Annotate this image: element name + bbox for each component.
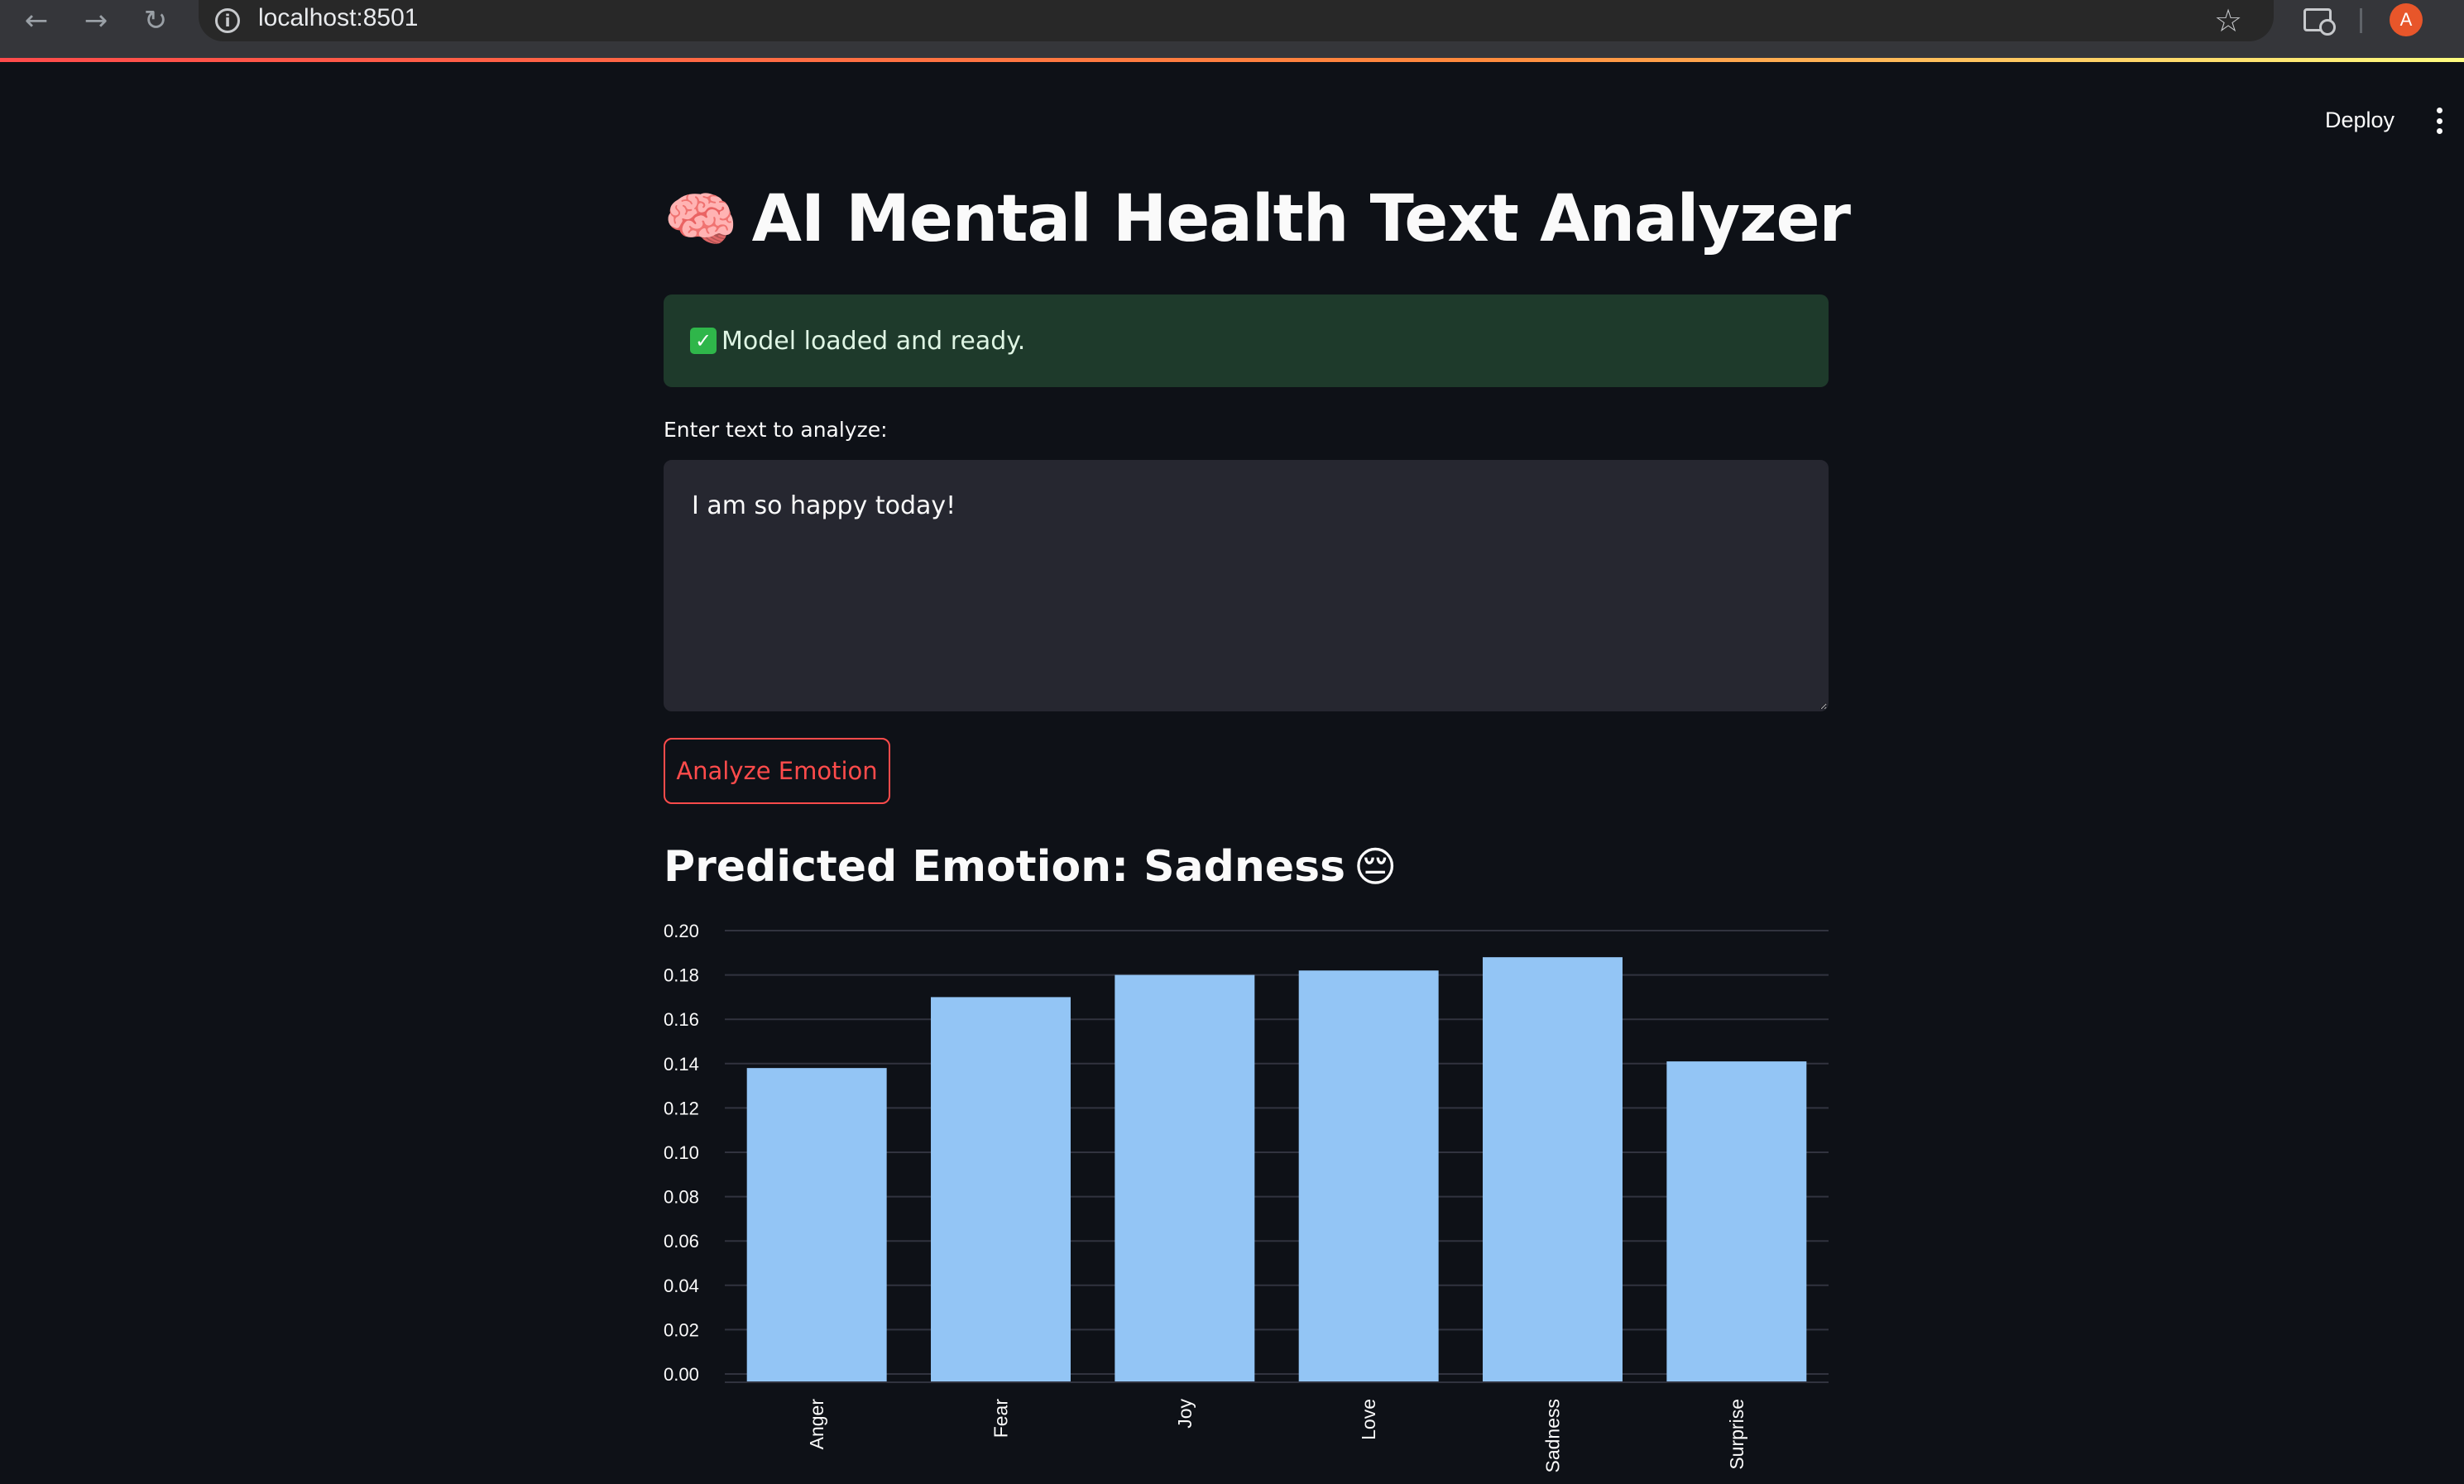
address-bar[interactable]: i localhost:8501 bbox=[199, 0, 2274, 41]
predicted-emotion-text: Predicted Emotion: Sadness bbox=[664, 842, 1346, 892]
y-tick-label: 0.06 bbox=[664, 1231, 699, 1252]
success-alert: ✓ Model loaded and ready. bbox=[664, 294, 1829, 387]
bar-fear bbox=[931, 997, 1071, 1382]
y-tick-label: 0.10 bbox=[664, 1142, 699, 1163]
loading-decoration-bar bbox=[0, 58, 2464, 62]
forward-arrow-icon[interactable]: → bbox=[71, 0, 121, 41]
text-input-label: Enter text to analyze: bbox=[664, 418, 888, 442]
y-tick-label: 0.04 bbox=[664, 1276, 699, 1296]
y-tick-label: 0.16 bbox=[664, 1009, 699, 1030]
x-tick-label: Love bbox=[1358, 1399, 1379, 1440]
y-tick-label: 0.20 bbox=[664, 921, 699, 941]
x-tick-label: Joy bbox=[1174, 1399, 1196, 1429]
status-text: Model loaded and ready. bbox=[721, 326, 1026, 356]
bar-love bbox=[1298, 970, 1439, 1382]
x-tick-label: Sadness bbox=[1542, 1399, 1564, 1473]
reload-icon[interactable]: ↻ bbox=[131, 0, 180, 41]
brain-emoji-icon: 🧠 bbox=[664, 184, 738, 254]
y-tick-label: 0.12 bbox=[664, 1098, 699, 1118]
y-tick-label: 0.14 bbox=[664, 1054, 699, 1075]
y-tick-label: 0.08 bbox=[664, 1187, 699, 1208]
deploy-button[interactable]: Deploy bbox=[2308, 103, 2411, 137]
page-title-text: AI Mental Health Text Analyzer bbox=[751, 182, 1851, 256]
browser-toolbar: ← → ↻ i localhost:8501 ☆ A bbox=[0, 0, 2464, 62]
predicted-emotion-heading: Predicted Emotion: Sadness 😔 bbox=[664, 842, 1397, 892]
y-tick-label: 0.18 bbox=[664, 965, 699, 986]
y-tick-label: 0.02 bbox=[664, 1319, 699, 1340]
text-input-area[interactable]: I am so happy today! bbox=[664, 460, 1829, 711]
bar-anger bbox=[746, 1068, 887, 1382]
site-info-icon[interactable]: i bbox=[215, 8, 240, 33]
profile-avatar[interactable]: A bbox=[2390, 3, 2423, 36]
url-text[interactable]: localhost:8501 bbox=[258, 4, 418, 32]
check-mark-icon: ✓ bbox=[690, 328, 717, 354]
x-tick-label: Fear bbox=[990, 1399, 1012, 1439]
tab-search-icon[interactable] bbox=[2303, 8, 2336, 36]
back-arrow-icon[interactable]: ← bbox=[12, 0, 61, 41]
x-tick-label: Surprise bbox=[1726, 1399, 1747, 1470]
emotion-probability-chart: 0.20 0.18 0.16 0.14 0.12 0.10 0.08 0.06 0.04 0.02… bbox=[664, 921, 1829, 1473]
pensive-face-emoji-icon: 😔 bbox=[1354, 843, 1397, 891]
page-title: 🧠 AI Mental Health Text Analyzer bbox=[664, 182, 1851, 256]
kebab-menu-icon[interactable] bbox=[2424, 104, 2454, 137]
analyze-emotion-button[interactable]: Analyze Emotion bbox=[664, 738, 890, 804]
y-tick-label: 0.00 bbox=[664, 1364, 699, 1385]
x-tick-label: Anger bbox=[806, 1399, 827, 1450]
toolbar-divider bbox=[2360, 8, 2362, 33]
bar-joy bbox=[1115, 974, 1255, 1382]
bookmark-star-icon[interactable]: ☆ bbox=[2214, 0, 2242, 41]
bar-surprise bbox=[1666, 1061, 1807, 1382]
bar-sadness bbox=[1483, 957, 1623, 1382]
